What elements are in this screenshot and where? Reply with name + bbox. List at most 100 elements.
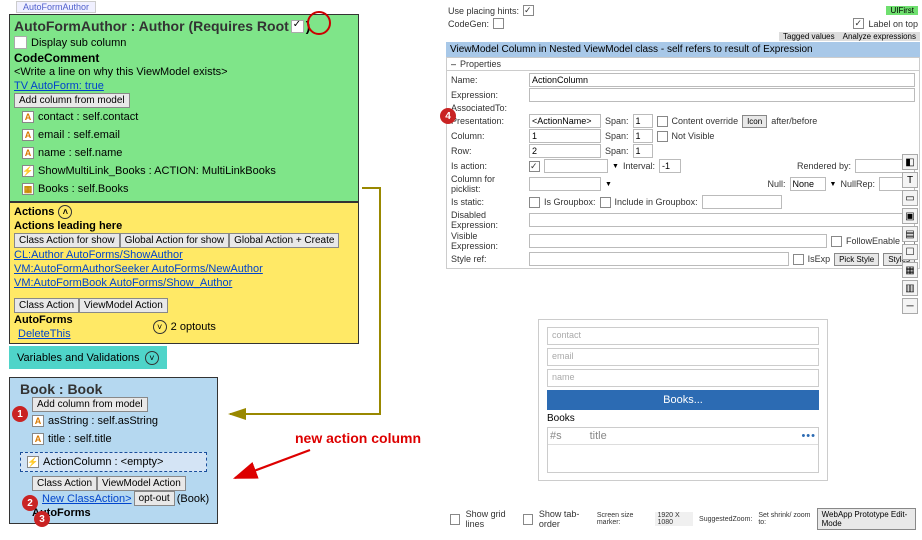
- link-showauthor[interactable]: CL:Author AutoForms/ShowAuthor: [14, 248, 354, 262]
- tagged-values-button[interactable]: Tagged values: [779, 32, 839, 41]
- book-viewmodel-action-button[interactable]: ViewModel Action: [97, 476, 186, 491]
- book-class-action-button[interactable]: Class Action: [32, 476, 97, 491]
- field-showmulti[interactable]: ⚡ ShowMultiLink_Books : ACTION: MultiLin…: [14, 162, 354, 180]
- tool-strip: ◧ T ▭ ▣ ▤ ☐ ▦ ▥ ─: [902, 154, 920, 314]
- use-placing-checkbox[interactable]: [523, 5, 534, 16]
- book-field-asstring-label: asString : self.asString: [48, 415, 158, 427]
- add-column-button[interactable]: Add column from model: [14, 93, 130, 108]
- deletethis-link[interactable]: DeleteThis: [14, 327, 73, 341]
- row-input[interactable]: [529, 144, 601, 158]
- span-input-3[interactable]: [633, 144, 653, 158]
- is-groupbox-checkbox[interactable]: [600, 197, 611, 208]
- field-email[interactable]: A email : self.email: [14, 126, 354, 144]
- null-select[interactable]: [790, 177, 826, 191]
- preview-contact-field[interactable]: contact: [547, 327, 819, 345]
- prop-name-input[interactable]: [529, 73, 915, 87]
- link-newauthor[interactable]: VM:AutoFormAuthorSeeker AutoForms/NewAut…: [14, 262, 354, 276]
- content-override-label: Content override: [672, 116, 739, 126]
- new-classaction-link[interactable]: New ClassAction>: [42, 493, 132, 505]
- rendered-by-label: Rendered by:: [797, 161, 851, 171]
- span-label-2: Span:: [605, 131, 629, 141]
- tab-autoformauthor[interactable]: AutoFormAuthor: [16, 1, 96, 13]
- isexp-checkbox[interactable]: [793, 254, 804, 265]
- grid-menu-icon[interactable]: •••: [801, 430, 816, 442]
- tool-text-icon[interactable]: T: [902, 172, 918, 188]
- field-books[interactable]: ▦ Books : self.Books: [14, 180, 354, 198]
- attribute-icon: A: [22, 111, 34, 123]
- class-action-button[interactable]: Class Action: [14, 298, 79, 313]
- prop-disabled-label: Disabled Expression:: [451, 210, 525, 230]
- is-action-checkbox[interactable]: [529, 161, 540, 172]
- follow-enable-checkbox[interactable]: [831, 236, 842, 247]
- tool-7-icon[interactable]: ▦: [902, 262, 918, 278]
- variables-label: Variables and Validations: [17, 352, 140, 364]
- prop-pres-input[interactable]: [529, 114, 601, 128]
- tool-9-icon[interactable]: ─: [902, 298, 918, 314]
- bottom-bar: Show grid lines Show tab-order Screen si…: [446, 506, 920, 532]
- viewmodel-action-button[interactable]: ViewModel Action: [79, 298, 168, 313]
- suggested-zoom-label: SuggestedZoom:: [699, 516, 752, 523]
- book-field-asstring[interactable]: A asString : self.asString: [14, 412, 213, 430]
- requires-root-checkbox[interactable]: ✓: [291, 20, 304, 33]
- field-name[interactable]: A name : self.name: [14, 144, 354, 162]
- variables-section[interactable]: Variables and Validations ˅: [9, 346, 167, 369]
- field-contact-label: contact : self.contact: [38, 111, 138, 123]
- content-override-checkbox[interactable]: [657, 116, 668, 127]
- tool-5-icon[interactable]: ▤: [902, 226, 918, 242]
- prop-assoc-label: AssociatedTo:: [451, 103, 525, 113]
- pick-style-button[interactable]: Pick Style: [834, 253, 879, 266]
- preview-name-field[interactable]: name: [547, 369, 819, 387]
- span-input-1[interactable]: [633, 114, 653, 128]
- interval-input[interactable]: [659, 159, 681, 173]
- global-action-create-button[interactable]: Global Action + Create: [229, 233, 339, 248]
- column-input[interactable]: [529, 129, 601, 143]
- preview-books-button[interactable]: Books...: [547, 390, 819, 410]
- attribute-icon: A: [32, 415, 44, 427]
- prop-expr-input[interactable]: [529, 88, 915, 102]
- global-action-for-show-button[interactable]: Global Action for show: [120, 233, 230, 248]
- field-contact[interactable]: A contact : self.contact: [14, 108, 354, 126]
- preview-email-field[interactable]: email: [547, 348, 819, 366]
- analyze-expr-button[interactable]: Analyze expressions: [839, 32, 920, 41]
- colpick-input[interactable]: [529, 177, 601, 191]
- properties-collapse-icon[interactable]: –: [449, 59, 458, 69]
- tool-1-icon[interactable]: ◧: [902, 154, 918, 170]
- attribute-icon: A: [22, 129, 34, 141]
- grid-header-title: title: [590, 430, 607, 442]
- isexp-label: IsExp: [808, 254, 831, 264]
- tool-6-icon[interactable]: ☐: [902, 244, 918, 260]
- book-add-column-button[interactable]: Add column from model: [32, 397, 148, 412]
- is-static-checkbox[interactable]: [529, 197, 540, 208]
- tv-autoform-link[interactable]: TV AutoForm: true: [14, 79, 354, 93]
- visible-expr-input[interactable]: [529, 234, 827, 248]
- link-show-author[interactable]: VM:AutoFormBook AutoForms/Show_Author: [14, 276, 354, 290]
- style-ref-input[interactable]: [529, 252, 789, 266]
- codegen-checkbox[interactable]: [493, 18, 504, 29]
- span-input-2[interactable]: [633, 129, 653, 143]
- book-field-title[interactable]: A title : self.title: [14, 430, 213, 448]
- label-on-top-checkbox[interactable]: [853, 18, 864, 29]
- disabled-expr-input[interactable]: [529, 213, 915, 227]
- actions-caret-icon[interactable]: ˄: [58, 205, 72, 219]
- webapp-edit-mode-button[interactable]: WebApp Prototype Edit-Mode: [817, 508, 916, 530]
- not-visible-checkbox[interactable]: [657, 131, 668, 142]
- icon-button[interactable]: Icon: [742, 115, 767, 128]
- optouts-caret-icon[interactable]: ˅: [153, 320, 167, 334]
- variables-caret-icon[interactable]: ˅: [145, 351, 159, 365]
- is-action-select[interactable]: [544, 159, 608, 173]
- opt-out-button[interactable]: opt-out: [134, 491, 175, 506]
- tool-3-icon[interactable]: ▭: [902, 190, 918, 206]
- display-sub-checkbox[interactable]: [14, 36, 27, 49]
- action-column-row[interactable]: ⚡ ActionColumn : <empty>: [20, 452, 207, 472]
- show-tab-order-checkbox[interactable]: [523, 514, 533, 525]
- class-action-for-show-button[interactable]: Class Action for show: [14, 233, 120, 248]
- properties-label: Properties: [460, 59, 501, 69]
- right-pane: Use placing hints: UIFirst CodeGen: Labe…: [446, 4, 920, 481]
- preview-books-grid[interactable]: #s title •••: [547, 427, 819, 473]
- prop-is-action-label: Is action:: [451, 161, 525, 171]
- book-section: Book : Book Add column from model A asSt…: [9, 377, 218, 524]
- include-groupbox-input[interactable]: [702, 195, 782, 209]
- show-grid-checkbox[interactable]: [450, 514, 460, 525]
- tool-4-icon[interactable]: ▣: [902, 208, 918, 224]
- tool-8-icon[interactable]: ▥: [902, 280, 918, 296]
